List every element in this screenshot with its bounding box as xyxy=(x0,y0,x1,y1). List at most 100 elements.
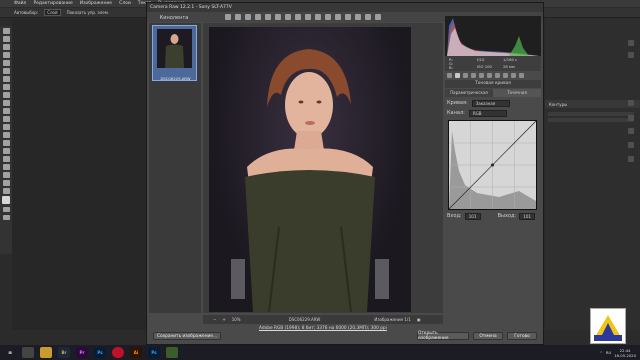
screen-mode-icon[interactable] xyxy=(2,214,10,220)
panel-icon[interactable] xyxy=(628,40,634,46)
path-select-icon[interactable] xyxy=(2,156,10,162)
target-adjust-icon[interactable] xyxy=(265,14,271,20)
rotate-left-icon[interactable] xyxy=(365,14,371,20)
output-value[interactable]: 101 xyxy=(519,212,536,220)
workflow-options-link[interactable]: Adobe RGB (1998); 8 бит; 3376 на 6000 (2… xyxy=(259,326,387,331)
zoom-minus-icon[interactable]: − xyxy=(213,317,216,322)
photoshop-app-icon-2[interactable]: Ps xyxy=(148,347,160,358)
photoshop-app-icon[interactable]: Ps xyxy=(94,347,106,358)
pen-tool-icon[interactable] xyxy=(2,140,10,146)
zoom-icon[interactable] xyxy=(225,14,231,20)
quick-select-tool-icon[interactable] xyxy=(2,52,10,58)
move-tool-icon[interactable] xyxy=(2,28,10,34)
thumbnail-filename: DSC06229.ARW xyxy=(160,76,191,81)
premiere-app-icon[interactable]: Pr xyxy=(76,347,88,358)
spot-removal-icon[interactable] xyxy=(305,14,311,20)
dialog-title-bar[interactable]: Camera Raw 12.2.1 - Sony SLT-A77V xyxy=(147,3,543,12)
straighten-icon[interactable] xyxy=(285,14,291,20)
compare-view-icon[interactable]: ▣ xyxy=(417,317,421,322)
channel-select[interactable]: RGB xyxy=(468,109,507,117)
autoselect-label[interactable]: Автовыбор: xyxy=(14,10,38,15)
basic-panel-icon[interactable] xyxy=(447,73,452,78)
start-button[interactable]: ⊞ xyxy=(4,347,16,358)
open-image-button[interactable]: Открыть изображение xyxy=(417,331,469,341)
more-tools-icon[interactable] xyxy=(2,188,10,194)
panel-icon[interactable] xyxy=(628,100,634,106)
crop-tool-icon[interactable] xyxy=(2,60,10,66)
curve-preset-select[interactable]: Заказная xyxy=(471,99,510,107)
lasso-tool-icon[interactable] xyxy=(2,44,10,50)
dodge-tool-icon[interactable] xyxy=(2,132,10,138)
red-eye-icon[interactable] xyxy=(315,14,321,20)
menu-edit[interactable]: Редактирование xyxy=(33,1,72,6)
save-image-button[interactable]: Сохранить изображение... xyxy=(153,332,221,340)
zoom-level[interactable]: 10% xyxy=(232,317,241,322)
radial-filter-icon[interactable] xyxy=(345,14,351,20)
adjustment-brush-icon[interactable] xyxy=(325,14,331,20)
panel-icon[interactable] xyxy=(628,142,634,148)
panel-icon[interactable] xyxy=(628,128,634,134)
readout-shutter: 1/160 с xyxy=(503,57,518,62)
zoom-plus-icon[interactable]: + xyxy=(222,317,225,322)
explorer-icon[interactable] xyxy=(40,347,52,358)
rotate-right-icon[interactable] xyxy=(375,14,381,20)
hand-icon[interactable] xyxy=(235,14,241,20)
graduated-filter-icon[interactable] xyxy=(335,14,341,20)
paths-tab[interactable]: Контуры xyxy=(549,102,567,107)
stamp-tool-icon[interactable] xyxy=(2,92,10,98)
task-view-icon[interactable] xyxy=(22,347,34,358)
bridge-app-icon[interactable]: Br xyxy=(58,347,70,358)
calibration-panel-icon[interactable] xyxy=(503,73,508,78)
panel-icon[interactable] xyxy=(628,115,634,121)
language-indicator[interactable]: RU xyxy=(606,350,611,355)
brush-tool-icon[interactable] xyxy=(2,84,10,90)
marquee-tool-icon[interactable] xyxy=(2,36,10,42)
panel-icon[interactable] xyxy=(628,52,634,58)
hsl-panel-icon[interactable] xyxy=(471,73,476,78)
history-brush-icon[interactable] xyxy=(2,100,10,106)
effects-panel-icon[interactable] xyxy=(495,73,500,78)
preferences-icon[interactable] xyxy=(355,14,361,20)
input-value[interactable]: 101 xyxy=(464,212,481,220)
panel-icon[interactable] xyxy=(628,156,634,162)
eraser-tool-icon[interactable] xyxy=(2,108,10,114)
shape-tool-icon[interactable] xyxy=(2,164,10,170)
healing-tool-icon[interactable] xyxy=(2,76,10,82)
gradient-tool-icon[interactable] xyxy=(2,116,10,122)
crop-icon[interactable] xyxy=(275,14,281,20)
snapshots-panel-icon[interactable] xyxy=(519,73,524,78)
type-tool-icon[interactable] xyxy=(2,148,10,154)
transform-icon[interactable] xyxy=(295,14,301,20)
filmstrip-thumbnail[interactable]: DSC06229.ARW xyxy=(152,25,197,81)
tray-up-icon[interactable]: ^ xyxy=(600,350,603,355)
detail-panel-icon[interactable] xyxy=(463,73,468,78)
tab-point[interactable]: Точечная xyxy=(493,89,541,97)
transform-controls-label[interactable]: Показать упр. элем. xyxy=(67,10,109,15)
tone-curve-panel-icon[interactable] xyxy=(455,73,460,78)
foreground-color-swatch[interactable] xyxy=(2,196,10,204)
menu-image[interactable]: Изображение xyxy=(80,1,112,6)
zoom-tool-icon[interactable] xyxy=(2,180,10,186)
menu-layers[interactable]: Слои xyxy=(119,1,131,6)
color-sampler-icon[interactable] xyxy=(255,14,261,20)
photo-preview[interactable] xyxy=(209,27,411,313)
app-icon[interactable] xyxy=(166,347,178,358)
blur-tool-icon[interactable] xyxy=(2,124,10,130)
presets-panel-icon[interactable] xyxy=(511,73,516,78)
clock[interactable]: 22:44 16.05.2020 xyxy=(614,348,636,358)
eyedropper-tool-icon[interactable] xyxy=(2,68,10,74)
tab-parametric[interactable]: Параметрическая xyxy=(445,89,493,97)
opera-icon[interactable] xyxy=(112,347,124,358)
quick-mask-icon[interactable] xyxy=(2,206,10,212)
lens-panel-icon[interactable] xyxy=(487,73,492,78)
autoselect-dropdown[interactable]: Слой xyxy=(44,9,61,16)
cancel-button[interactable]: Отмена xyxy=(473,332,503,340)
menu-file[interactable]: Файл xyxy=(14,1,26,6)
done-button[interactable]: Готово xyxy=(507,332,537,340)
white-balance-icon[interactable] xyxy=(245,14,251,20)
hand-tool-icon[interactable] xyxy=(2,172,10,178)
split-toning-panel-icon[interactable] xyxy=(479,73,484,78)
curve-point[interactable] xyxy=(491,163,494,167)
illustrator-app-icon[interactable]: Ai xyxy=(130,347,142,358)
tone-curve-editor[interactable] xyxy=(448,120,537,210)
